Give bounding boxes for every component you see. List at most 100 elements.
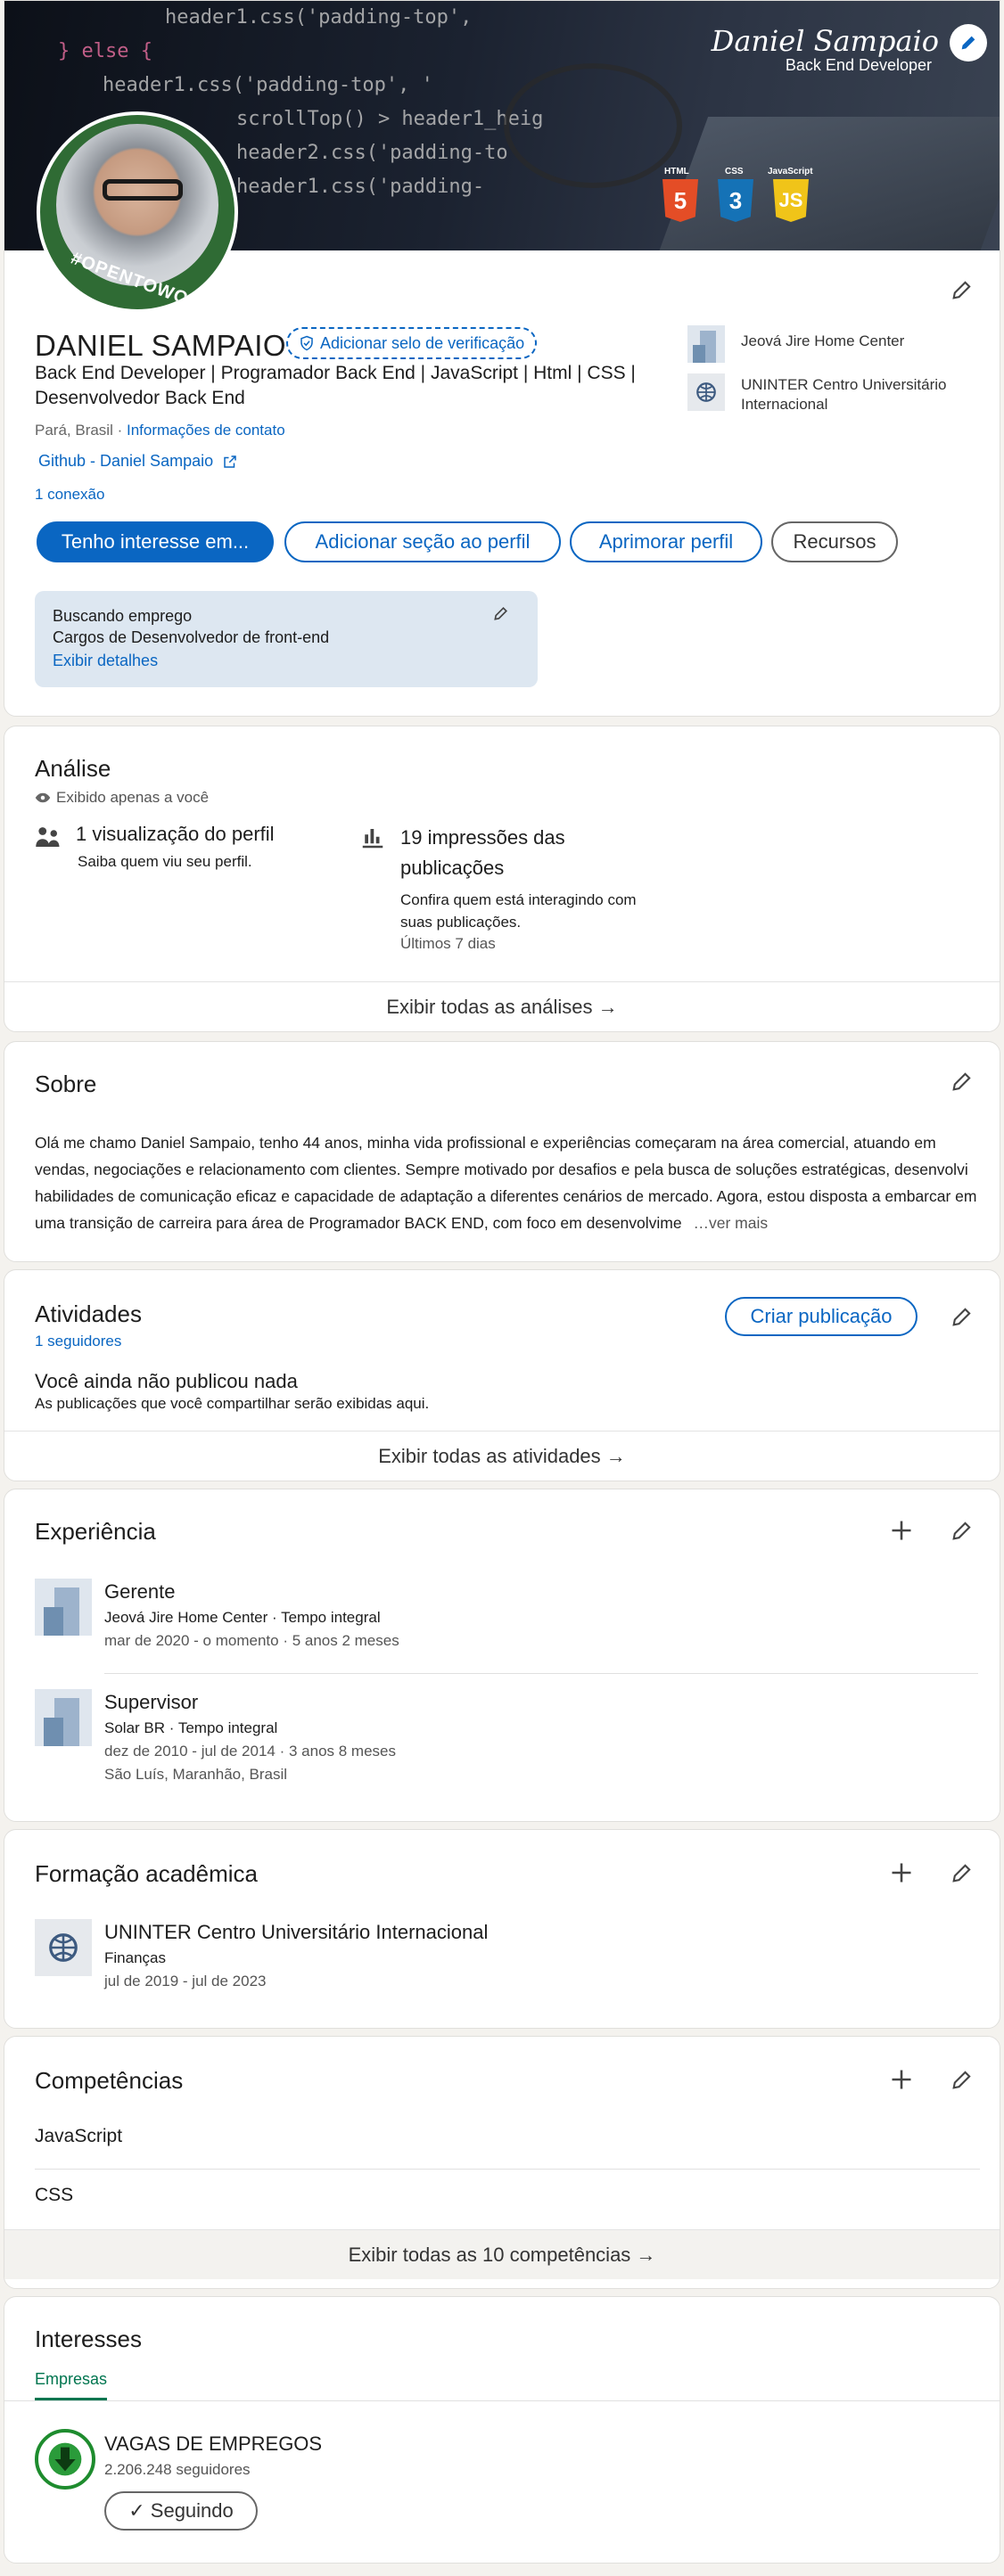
pencil-icon — [952, 2071, 971, 2089]
contact-info-link[interactable]: Informações de contato — [127, 422, 285, 439]
edit-experience-button[interactable] — [944, 1513, 980, 1548]
skills-card: Competências JavaScript CSS Exibir todas… — [4, 2036, 1000, 2289]
profile-avatar[interactable]: #OPENTOWORK — [37, 111, 238, 313]
verify-badge-button[interactable]: Adicionar selo de verificação — [286, 327, 538, 359]
edit-about-button[interactable] — [944, 1063, 980, 1099]
interest-company-name[interactable]: VAGAS DE EMPREGOS — [104, 2432, 322, 2456]
edit-skills-button[interactable] — [944, 2062, 980, 2097]
pencil-icon — [961, 36, 975, 50]
edit-job-preferences-button[interactable] — [488, 600, 514, 627]
add-experience-button[interactable] — [884, 1513, 919, 1548]
resources-button[interactable]: Recursos — [771, 521, 898, 562]
post-impressions-period: Últimos 7 dias — [400, 935, 496, 952]
experience-role: Supervisor — [104, 1691, 199, 1713]
experience-location: São Luís, Maranhão, Brasil — [104, 1766, 288, 1783]
html-badge-label: HTML — [664, 167, 689, 176]
post-impressions-count: 19 impressões das publicações — [400, 826, 565, 879]
job-box-status: Buscando emprego — [53, 607, 193, 625]
add-section-button[interactable]: Adicionar seção ao perfil — [284, 521, 561, 562]
banner-name: Daniel Sampaio — [711, 24, 939, 58]
plus-icon — [892, 2070, 911, 2089]
experience-title: Experiência — [35, 1518, 156, 1545]
following-button[interactable]: ✓ Seguindo — [104, 2491, 258, 2531]
open-to-button[interactable]: Tenho interesse em... — [37, 521, 274, 562]
school-link[interactable]: UNINTER Centro Universitário Internacion… — [741, 375, 982, 414]
experience-card: Experiência Gerente Jeová Jire Home Cent… — [4, 1489, 1000, 1822]
glasses-graphic — [504, 63, 682, 188]
bar-chart-icon — [362, 829, 383, 849]
education-dates: jul de 2019 - jul de 2023 — [104, 1973, 267, 1989]
profile-views-item[interactable]: 1 visualização do perfil Saiba quem viu … — [35, 823, 356, 894]
interests-title: Interesses — [35, 2326, 142, 2352]
interests-card: Interesses Empresas VAGAS DE EMPREGOS 2.… — [4, 2296, 1000, 2564]
plus-icon — [892, 1863, 911, 1883]
open-to-work-box[interactable]: Buscando emprego Cargos de Desenvolvedor… — [35, 591, 538, 687]
school-logo[interactable] — [687, 373, 725, 411]
connections-link[interactable]: 1 conexão — [35, 486, 104, 504]
experience-dates: dez de 2010 - jul de 2014 · 3 anos 8 mes… — [104, 1743, 396, 1760]
pencil-icon — [952, 281, 971, 299]
activities-title: Atividades — [35, 1300, 142, 1327]
profile-name: DANIEL SAMPAIO — [35, 329, 287, 362]
job-box-roles: Cargos de Desenvolvedor de front-end — [53, 628, 330, 646]
add-education-button[interactable] — [884, 1855, 919, 1891]
interests-tab-companies[interactable]: Empresas — [35, 2370, 108, 2400]
school-logo[interactable] — [35, 1919, 92, 1976]
improve-profile-button[interactable]: Aprimorar perfil — [570, 521, 762, 562]
company-logo[interactable] — [35, 2429, 95, 2490]
profile-headline: Back End Developer | Programador Back En… — [35, 363, 636, 408]
skill-item[interactable]: JavaScript — [35, 2126, 122, 2147]
pencil-icon — [952, 1308, 971, 1326]
about-card: Sobre Olá me chamo Daniel Sampaio, tenho… — [4, 1041, 1000, 1262]
profile-location: Pará, Brasil · — [35, 422, 123, 439]
interests-tab-divider — [4, 2400, 1000, 2401]
pencil-icon — [952, 1522, 971, 1540]
no-posts-title: Você ainda não publicou nada — [35, 1370, 298, 1392]
edit-education-button[interactable] — [944, 1855, 980, 1891]
education-school[interactable]: UNINTER Centro Universitário Internacion… — [104, 1921, 488, 1944]
skills-divider — [35, 2169, 980, 2170]
globe-icon — [49, 1933, 78, 1962]
about-text-block: Olá me chamo Daniel Sampaio, tenho 44 an… — [35, 1129, 980, 1236]
edit-activities-button[interactable] — [944, 1299, 980, 1334]
experience-company-logo[interactable] — [35, 1689, 92, 1746]
create-post-button[interactable]: Criar publicação — [725, 1297, 918, 1336]
show-all-analytics-link[interactable]: Exibir todas as análises → — [4, 981, 1000, 1031]
experience-divider — [104, 1673, 978, 1674]
people-icon — [36, 827, 60, 847]
profile-views-desc: Saiba quem viu seu perfil. — [78, 853, 252, 870]
education-card: Formação acadêmica UNINTER Centro Univer… — [4, 1829, 1000, 2029]
post-impressions-desc: Confira quem está interagindo com suas p… — [400, 891, 637, 931]
add-skill-button[interactable] — [884, 2062, 919, 2097]
experience-company-logo[interactable] — [35, 1579, 92, 1636]
post-impressions-item[interactable]: 19 impressões das publicações Confira qu… — [359, 823, 645, 956]
js-badge-label: JavaScript — [768, 167, 813, 176]
github-link[interactable]: Github - Daniel Sampaio — [38, 452, 238, 471]
company-logo[interactable] — [687, 325, 725, 363]
followers-count-link[interactable]: 1 seguidores — [35, 1333, 121, 1350]
edit-banner-button[interactable] — [950, 24, 987, 62]
css3-badge: 3 — [718, 179, 753, 222]
activities-card: Atividades 1 seguidores Criar publicação… — [4, 1269, 1000, 1481]
job-box-details-link[interactable]: Exibir detalhes — [53, 652, 158, 670]
interest-company-followers: 2.206.248 seguidores — [104, 2461, 251, 2478]
no-posts-desc: As publicações que você compartilhar ser… — [35, 1395, 430, 1412]
eye-icon — [35, 792, 51, 803]
profile-card: header1.css('padding-top', } else { head… — [4, 0, 1000, 717]
avatar-glasses — [103, 179, 183, 201]
analytics-private-note: Exibido apenas a você — [35, 789, 209, 807]
verify-badge-label: Adicionar selo de verificação — [320, 333, 525, 352]
private-note-label: Exibido apenas a você — [56, 789, 210, 806]
skill-item[interactable]: CSS — [35, 2185, 73, 2206]
show-all-skills-link[interactable]: Exibir todas as 10 competências → — [4, 2229, 1000, 2279]
current-company-link[interactable]: Jeová Jire Home Center — [741, 332, 904, 350]
education-title: Formação acadêmica — [35, 1860, 258, 1887]
show-all-activities-link[interactable]: Exibir todas as atividades → — [4, 1431, 1000, 1481]
html5-badge: 5 — [662, 179, 698, 222]
pencil-icon — [494, 606, 508, 620]
experience-role: Gerente — [104, 1580, 176, 1603]
see-more-link[interactable]: …ver mais — [686, 1214, 769, 1232]
education-field: Finanças — [104, 1949, 166, 1966]
pencil-icon — [952, 1864, 971, 1883]
edit-intro-button[interactable] — [944, 272, 980, 308]
